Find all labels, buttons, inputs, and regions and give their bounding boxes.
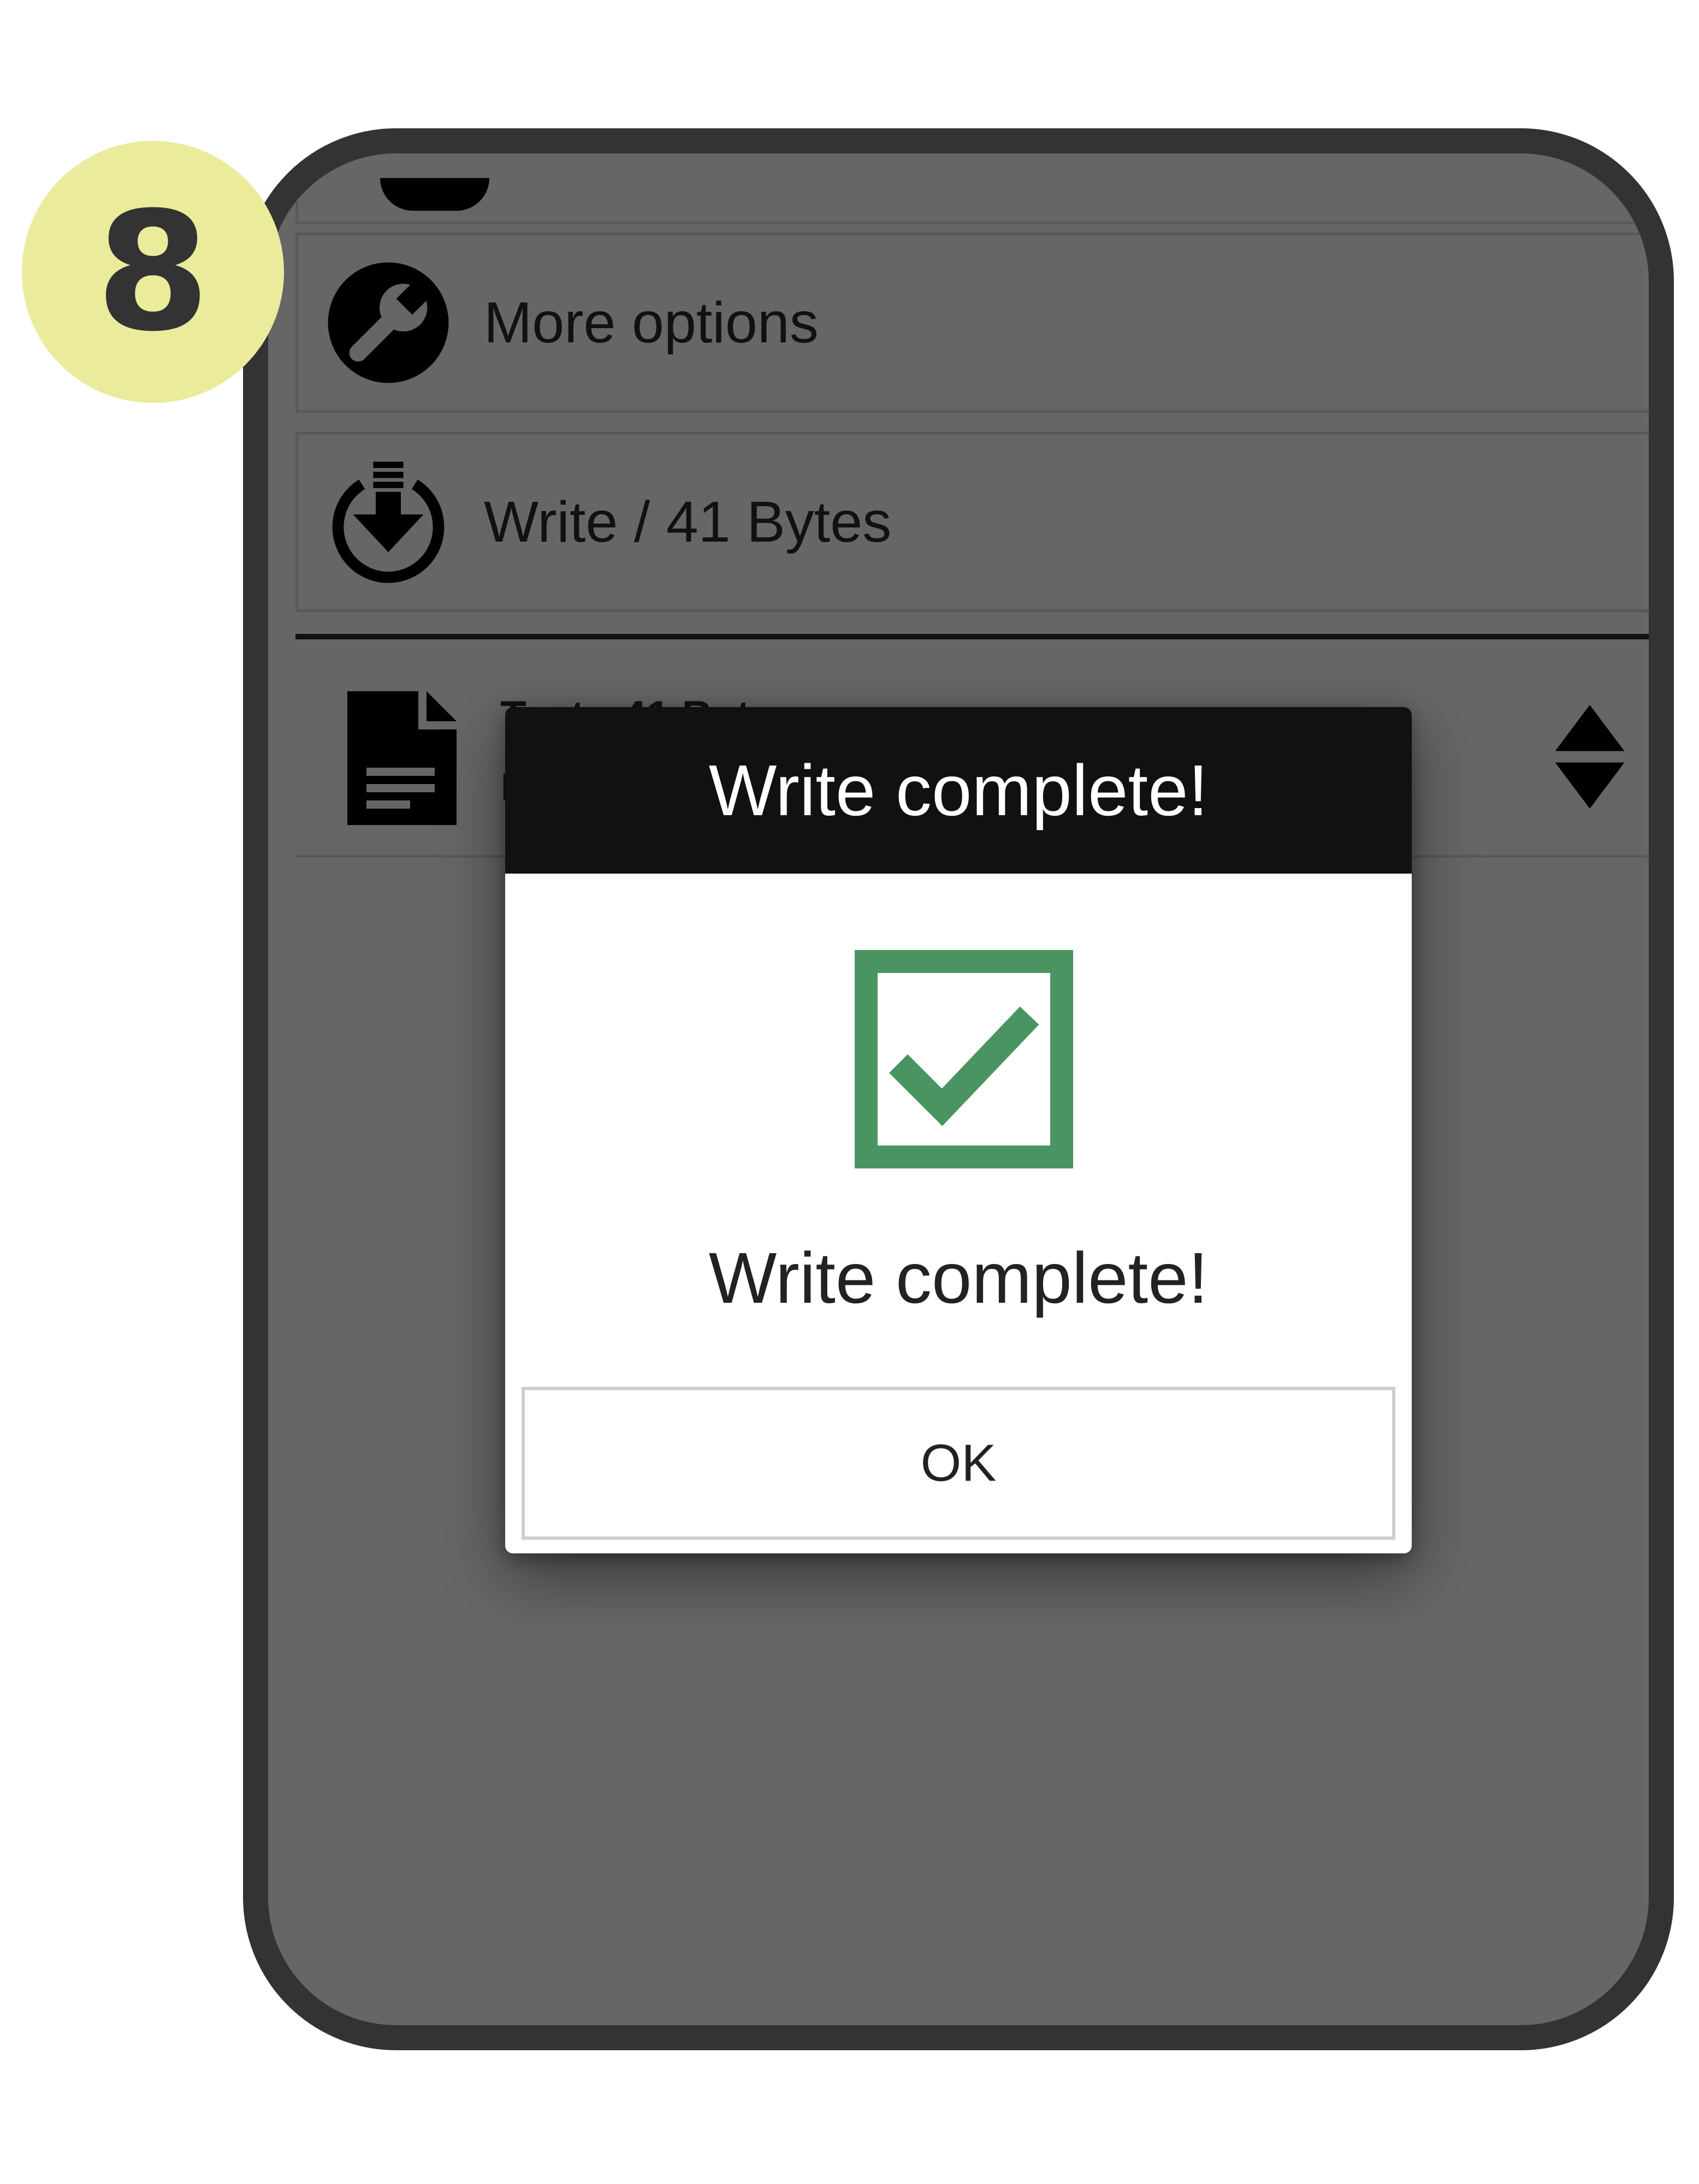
section-divider bbox=[295, 634, 1649, 639]
more-options-row[interactable]: More options bbox=[295, 233, 1649, 413]
checkbox-checked-icon bbox=[855, 950, 1073, 1168]
dialog-title: Write complete! bbox=[505, 707, 1412, 874]
document-icon bbox=[347, 691, 457, 825]
write-complete-dialog: Write complete! Write complete! OK bbox=[505, 707, 1412, 1553]
write-row[interactable]: Write / 41 Bytes bbox=[295, 432, 1649, 612]
wrench-icon bbox=[328, 262, 449, 383]
ok-button[interactable]: OK bbox=[522, 1387, 1395, 1540]
partial-circle-icon bbox=[380, 178, 489, 211]
write-label: Write / 41 Bytes bbox=[484, 489, 892, 554]
more-options-label: More options bbox=[484, 290, 819, 355]
download-circle-icon bbox=[332, 461, 445, 583]
menu-row-partial[interactable] bbox=[295, 153, 1649, 224]
sort-updown-icon[interactable] bbox=[1554, 705, 1625, 809]
step-number-badge: 8 bbox=[22, 141, 284, 403]
dialog-message: Write complete! bbox=[708, 1238, 1209, 1318]
